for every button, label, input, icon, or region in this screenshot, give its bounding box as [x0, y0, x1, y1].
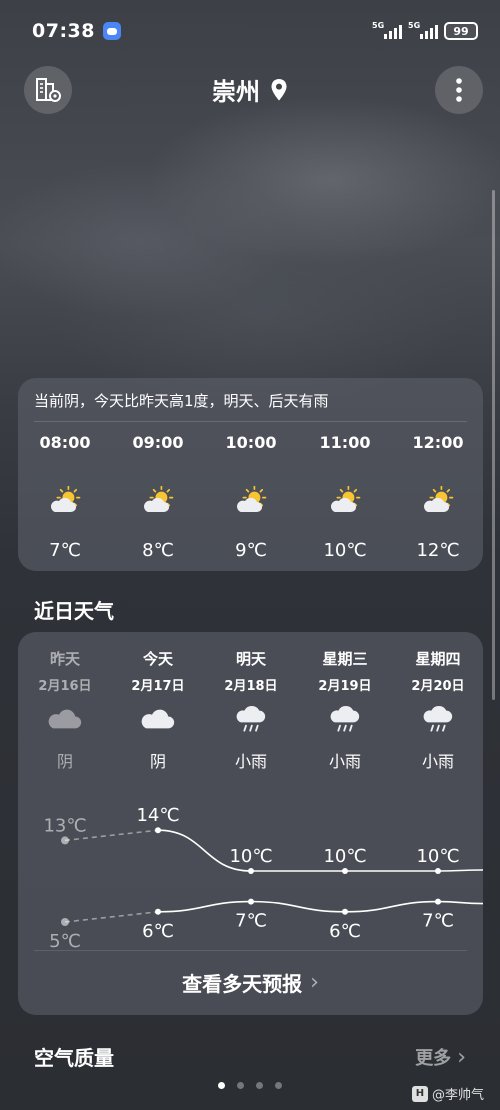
low-temperature-point [248, 898, 254, 905]
hour-temperature: 10℃ [323, 540, 367, 561]
network-type-label: 5G [408, 21, 421, 30]
scrollbar[interactable] [492, 190, 495, 700]
divider [34, 950, 467, 951]
partly-cloudy-sun-icon [30, 486, 100, 526]
hourly-item: 08:00 7℃ [30, 433, 100, 561]
watermark-logo-icon: H [411, 1085, 428, 1102]
hour-temperature: 7℃ [49, 540, 81, 561]
more-options-button[interactable] [435, 66, 483, 114]
signal-strength-icon: 5G [372, 21, 402, 39]
page-dot-active [218, 1082, 225, 1089]
page-dot [275, 1082, 282, 1089]
status-time: 07:38 [32, 20, 95, 42]
watermark-text: @李帅气 [431, 1088, 484, 1103]
hour-label: 08:00 [39, 433, 91, 452]
more-vertical-icon [456, 78, 462, 102]
high-temperature-label: 13℃ [43, 815, 86, 836]
watermark: H @李帅气 [411, 1084, 484, 1103]
page-dot [237, 1082, 244, 1089]
air-quality-more-button[interactable]: 更多 › [415, 1044, 466, 1070]
location-pin-icon [271, 78, 287, 100]
high-temperature-point [342, 868, 348, 874]
hourly-item: 09:00 8℃ [123, 433, 193, 561]
view-more-forecast-button[interactable]: 查看多天预报 › [18, 968, 483, 997]
message-notification-icon [102, 22, 121, 40]
high-temperature-label: 10℃ [323, 846, 366, 867]
high-temperature-label: 10℃ [416, 846, 459, 867]
status-bar: 07:38 5G 5G 99 [32, 16, 478, 46]
high-temperature-point [248, 868, 254, 874]
weather-tip-text: 当前阴，今天比昨天高1度，明天、后天有雨 [34, 392, 329, 410]
network-type-label: 5G [372, 21, 385, 30]
hourly-item: 12:00 12℃ [403, 433, 473, 561]
city-header: 崇州 [0, 72, 500, 107]
high-temperature-point [61, 836, 69, 845]
page-dot [256, 1082, 263, 1089]
low-temperature-label: 7℃ [235, 911, 267, 932]
divider [34, 421, 467, 422]
view-more-forecast-label: 查看多天预报 [182, 972, 303, 996]
hour-temperature: 8℃ [142, 540, 174, 561]
low-temperature-point [61, 918, 69, 926]
partly-cloudy-sun-icon [310, 486, 380, 526]
low-temperature-point [155, 908, 161, 915]
partly-cloudy-sun-icon [403, 486, 473, 526]
partly-cloudy-sun-icon [216, 486, 286, 526]
battery-level: 99 [453, 24, 469, 38]
low-temperature-label: 7℃ [422, 911, 454, 932]
low-temperature-label: 6℃ [329, 921, 361, 942]
low-temperature-point [435, 898, 441, 905]
high-temperature-label: 10℃ [229, 846, 272, 867]
high-temperature-label: 14℃ [136, 805, 179, 826]
low-temperature-label: 6℃ [142, 921, 174, 942]
partly-cloudy-sun-icon [123, 486, 193, 526]
low-temperature-label: 5℃ [49, 931, 81, 952]
hour-label: 12:00 [412, 433, 464, 452]
hourly-forecast-card[interactable]: 当前阴，今天比昨天高1度，明天、后天有雨 08:00 7℃ 09:00 8℃ 10:… [18, 378, 483, 571]
hour-label: 09:00 [132, 433, 184, 452]
high-temperature-point [155, 827, 161, 834]
hour-label: 11:00 [319, 433, 371, 452]
recent-weather-title: 近日天气 [34, 599, 114, 623]
chevron-right-icon: › [310, 970, 319, 995]
temperature-trend-chart: 13℃ 14℃ 10℃ 10℃ 10℃ 5℃ 6℃ 7℃ 6℃ 7℃ [43, 805, 484, 952]
city-name[interactable]: 崇州 [212, 72, 260, 107]
hour-temperature: 9℃ [235, 540, 267, 561]
chevron-right-icon: › [457, 1044, 466, 1070]
high-temperature-point [435, 868, 441, 874]
signal-strength-icon: 5G [408, 21, 438, 39]
daily-forecast-card[interactable]: 昨天 2月16日 阴今天 2月17日 阴明天 2月18日 小雨 星期三 2月19日… [18, 632, 484, 1015]
battery-icon: 99 [444, 22, 478, 40]
hour-label: 10:00 [225, 433, 277, 452]
low-temperature-point [342, 908, 348, 915]
hour-temperature: 12℃ [416, 540, 460, 561]
hourly-item: 10:00 9℃ [216, 433, 286, 561]
hourly-item: 11:00 10℃ [310, 433, 380, 561]
air-quality-title: 空气质量 [34, 1046, 114, 1070]
air-quality-more-label: 更多 [415, 1048, 452, 1069]
